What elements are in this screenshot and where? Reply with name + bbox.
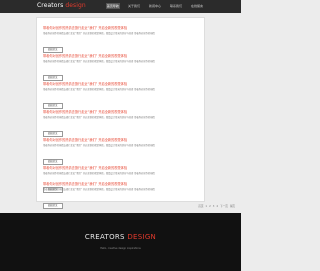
read-more-button[interactable]: 阅读全文: [43, 202, 63, 209]
nav-item-home[interactable]: 首页导航: [105, 3, 120, 9]
post-title[interactable]: 带着你对创作的热情去旅行走近“我们” 开启全新的视觉体验: [43, 82, 199, 86]
page-2[interactable]: 2: [209, 205, 211, 209]
post-excerpt: 带着你对创作的热情去旅行走近“我们” 开启全新的视觉体验，感受设计带来的美好与惊…: [43, 115, 155, 119]
footer: CREATORS DESIGN Hello, creative design i…: [0, 213, 241, 271]
post-item: 带着你对创作的热情去旅行走近“我们” 开启全新的视觉体验 带着你对创作的热情去旅…: [43, 54, 199, 82]
site-logo[interactable]: Creators design: [37, 2, 86, 10]
post-title[interactable]: 带着你对创作的热情去旅行走近“我们” 开启全新的视觉体验: [43, 110, 199, 114]
page-last[interactable]: 尾页: [230, 205, 235, 209]
post-item: 带着你对创作的热情去旅行走近“我们” 开启全新的视觉体验 带着你对创作的热情去旅…: [43, 110, 199, 138]
post-excerpt: 带着你对创作的热情去旅行走近“我们” 开启全新的视觉体验，感受设计带来的美好与惊…: [43, 143, 155, 147]
post-title[interactable]: 带着你对创作的热情去旅行走近“我们” 开启全新的视觉体验: [43, 166, 199, 170]
page-next[interactable]: 下一页: [220, 205, 228, 209]
page-4[interactable]: 4: [216, 205, 218, 209]
header-bar: Creators design 首页导航 关于我们 新闻中心 联系我们 在线留言: [0, 0, 241, 13]
content-panel: 带着你对创作的热情去旅行走近“我们” 开启全新的视觉体验 带着你对创作的热情去旅…: [37, 18, 204, 209]
main-nav: 首页导航 关于我们 新闻中心 联系我们 在线留言: [105, 3, 204, 9]
nav-item-message[interactable]: 在线留言: [190, 3, 204, 9]
logo-text: Creators: [37, 2, 66, 9]
post-title[interactable]: 带着你对创作的热情去旅行走近“我们” 开启全新的视觉体验: [43, 138, 199, 142]
nav-item-contact[interactable]: 联系我们: [169, 3, 183, 9]
footer-tagline: Hello, creative design inspirations: [100, 247, 141, 250]
post-item: 带着你对创作的热情去旅行走近“我们” 开启全新的视觉体验 带着你对创作的热情去旅…: [43, 138, 199, 166]
read-more-button[interactable]: 阅读全文: [43, 46, 63, 53]
logo-accent-text: design: [65, 2, 86, 9]
read-more-button[interactable]: 阅读全文: [43, 102, 63, 109]
page-1[interactable]: 1: [205, 205, 207, 209]
post-excerpt: 带着你对创作的热情去旅行走近“我们” 开启全新的视觉体验，感受设计带来的美好与惊…: [43, 87, 155, 91]
footer-brand-text: CREATORS: [84, 233, 128, 241]
post-excerpt: 带着你对创作的热情去旅行走近“我们” 开启全新的视觉体验，感受设计带来的美好与惊…: [43, 59, 155, 63]
read-more-button[interactable]: 阅读全文: [43, 130, 63, 137]
post-item: 带着你对创作的热情去旅行走近“我们” 开启全新的视觉体验 带着你对创作的热情去旅…: [43, 26, 199, 54]
post-title[interactable]: 带着你对创作的热情去旅行走近“我们” 开启全新的视觉体验: [43, 26, 199, 30]
post-title[interactable]: 带着你对创作的热情去旅行走近“我们” 开启全新的视觉体验: [43, 54, 199, 58]
read-more-button[interactable]: 阅读全文: [43, 74, 63, 81]
nav-item-news[interactable]: 新闻中心: [148, 3, 162, 9]
page-3[interactable]: 3: [213, 205, 215, 209]
page-first[interactable]: 首页: [198, 205, 203, 209]
post-item: 带着你对创作的热情去旅行走近“我们” 开启全新的视觉体验 带着你对创作的热情去旅…: [43, 82, 199, 110]
footer-brand: CREATORS DESIGN: [0, 233, 241, 242]
footer-brand-accent: DESIGN: [127, 233, 157, 241]
read-more-button[interactable]: 阅读全文: [43, 158, 63, 165]
post-excerpt: 带着你对创作的热情去旅行走近“我们” 开启全新的视觉体验，感受设计带来的美好与惊…: [43, 171, 155, 175]
post-excerpt: 带着你对创作的热情去旅行走近“我们” 开启全新的视觉体验，感受设计带来的美好与惊…: [43, 187, 155, 191]
post-item: 带着你对创作的热情去旅行走近“我们” 开启全新的视觉体验 带着你对创作的热情去旅…: [43, 182, 199, 210]
nav-item-about[interactable]: 关于我们: [127, 3, 141, 9]
post-excerpt: 带着你对创作的热情去旅行走近“我们” 开启全新的视觉体验，感受设计带来的美好与惊…: [43, 31, 155, 35]
post-title[interactable]: 带着你对创作的热情去旅行走近“我们” 开启全新的视觉体验: [43, 182, 199, 186]
pagination: 首页 1 2 3 4 下一页 尾页: [198, 205, 235, 209]
